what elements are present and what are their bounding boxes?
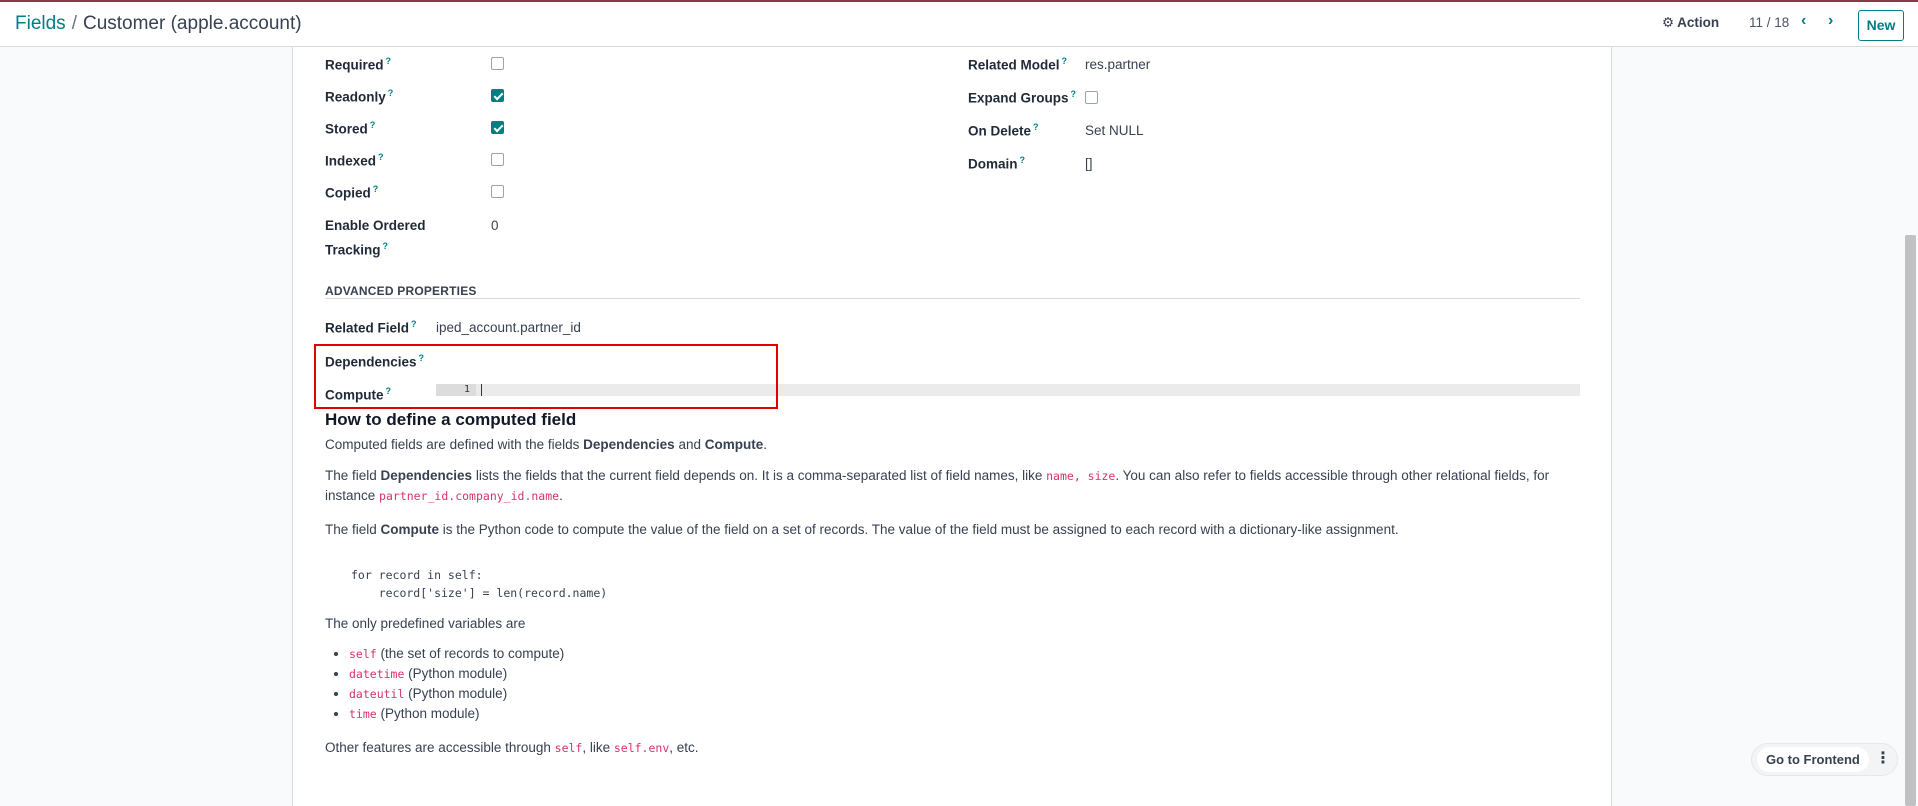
on-delete-label: On Delete?	[968, 122, 1039, 139]
highlight-box	[314, 344, 778, 409]
inline-code: name, size	[1046, 469, 1116, 483]
breadcrumb: Fields / Customer (apple.account)	[15, 13, 302, 35]
help-tooltip-icon[interactable]: ?	[383, 241, 389, 251]
help-tooltip-icon[interactable]: ?	[373, 184, 379, 194]
related-model-label: Related Model?	[968, 56, 1068, 73]
pager-value[interactable]: 11 / 18	[1749, 15, 1789, 30]
advanced-properties-title: ADVANCED PROPERTIES	[325, 284, 477, 298]
help-paragraph-5: Other features are accessible through se…	[325, 740, 699, 755]
inline-code: self	[554, 741, 583, 755]
inline-code: partner_id.company_id.name	[379, 489, 560, 503]
related-model-value: res.partner	[1085, 57, 1151, 72]
chevron-right-icon: ›	[1828, 12, 1834, 29]
section-divider	[325, 298, 1580, 299]
list-item: datetime (Python module)	[349, 664, 564, 684]
pager-previous-button[interactable]: ‹	[1801, 12, 1806, 30]
help-paragraph-2: The field Dependencies lists the fields …	[325, 468, 1550, 503]
breadcrumb-current: Customer (apple.account)	[82, 13, 302, 34]
code-example-line-2: record['size'] = len(record.name)	[351, 586, 608, 600]
help-paragraph-4: The only predefined variables are	[325, 616, 526, 631]
stored-checkbox[interactable]	[491, 121, 504, 134]
on-delete-value[interactable]: Set NULL	[1085, 123, 1144, 138]
new-button[interactable]: New	[1858, 10, 1904, 41]
go-to-frontend-button[interactable]: Go to Frontend	[1757, 747, 1869, 772]
action-label: Action	[1677, 15, 1720, 30]
required-label: Required?	[325, 56, 392, 73]
action-button[interactable]: ⚙ Action	[1662, 15, 1719, 31]
readonly-checkbox[interactable]	[491, 89, 504, 102]
help-tooltip-icon[interactable]: ?	[1020, 155, 1026, 165]
expand-groups-label: Expand Groups?	[968, 89, 1077, 106]
stored-label: Stored?	[325, 120, 376, 137]
help-tooltip-icon[interactable]: ?	[386, 56, 392, 66]
help-tooltip-icon[interactable]: ?	[1071, 89, 1077, 99]
related-field-label: Related Field?	[325, 319, 417, 336]
inline-code: self.env	[613, 741, 670, 755]
breadcrumb-separator: /	[71, 13, 77, 34]
predefined-variables-list: self (the set of records to compute) dat…	[325, 644, 564, 724]
help-tooltip-icon[interactable]: ?	[388, 88, 394, 98]
list-item: self (the set of records to compute)	[349, 644, 564, 664]
expand-groups-checkbox[interactable]	[1085, 91, 1098, 104]
list-item: time (Python module)	[349, 704, 564, 724]
ordered-tracking-value[interactable]: 0	[491, 218, 499, 233]
more-options-icon[interactable]: ⋮	[1875, 748, 1891, 768]
readonly-label: Readonly?	[325, 88, 394, 105]
breadcrumb-fields-link[interactable]: Fields	[15, 13, 66, 34]
indexed-label: Indexed?	[325, 152, 384, 169]
help-title: How to define a computed field	[325, 410, 577, 429]
domain-value[interactable]: []	[1085, 156, 1093, 171]
control-panel: Fields / Customer (apple.account) ⚙ Action …	[0, 2, 1918, 47]
help-paragraph-1: Computed fields are defined with the fie…	[325, 437, 767, 452]
domain-label: Domain?	[968, 155, 1026, 172]
code-example-line-1: for record in self:	[351, 568, 483, 582]
list-item: dateutil (Python module)	[349, 684, 564, 704]
help-tooltip-icon[interactable]: ?	[1033, 122, 1039, 132]
copied-label: Copied?	[325, 184, 379, 201]
help-tooltip-icon[interactable]: ?	[411, 319, 417, 329]
help-tooltip-icon[interactable]: ?	[370, 120, 376, 130]
required-checkbox[interactable]	[491, 57, 504, 70]
help-paragraph-3: The field Compute is the Python code to …	[325, 522, 1399, 537]
indexed-checkbox[interactable]	[491, 153, 504, 166]
help-tooltip-icon[interactable]: ?	[1062, 56, 1068, 66]
copied-checkbox[interactable]	[491, 185, 504, 198]
help-tooltip-icon[interactable]: ?	[378, 152, 384, 162]
related-field-value[interactable]: iped_account.partner_id	[436, 320, 581, 335]
gear-icon: ⚙	[1662, 15, 1675, 30]
ordered-tracking-label: Enable Ordered Tracking?	[325, 218, 426, 258]
scrollbar[interactable]	[1905, 235, 1916, 806]
pager-next-button[interactable]: ›	[1828, 12, 1833, 30]
chevron-left-icon: ‹	[1801, 12, 1807, 29]
